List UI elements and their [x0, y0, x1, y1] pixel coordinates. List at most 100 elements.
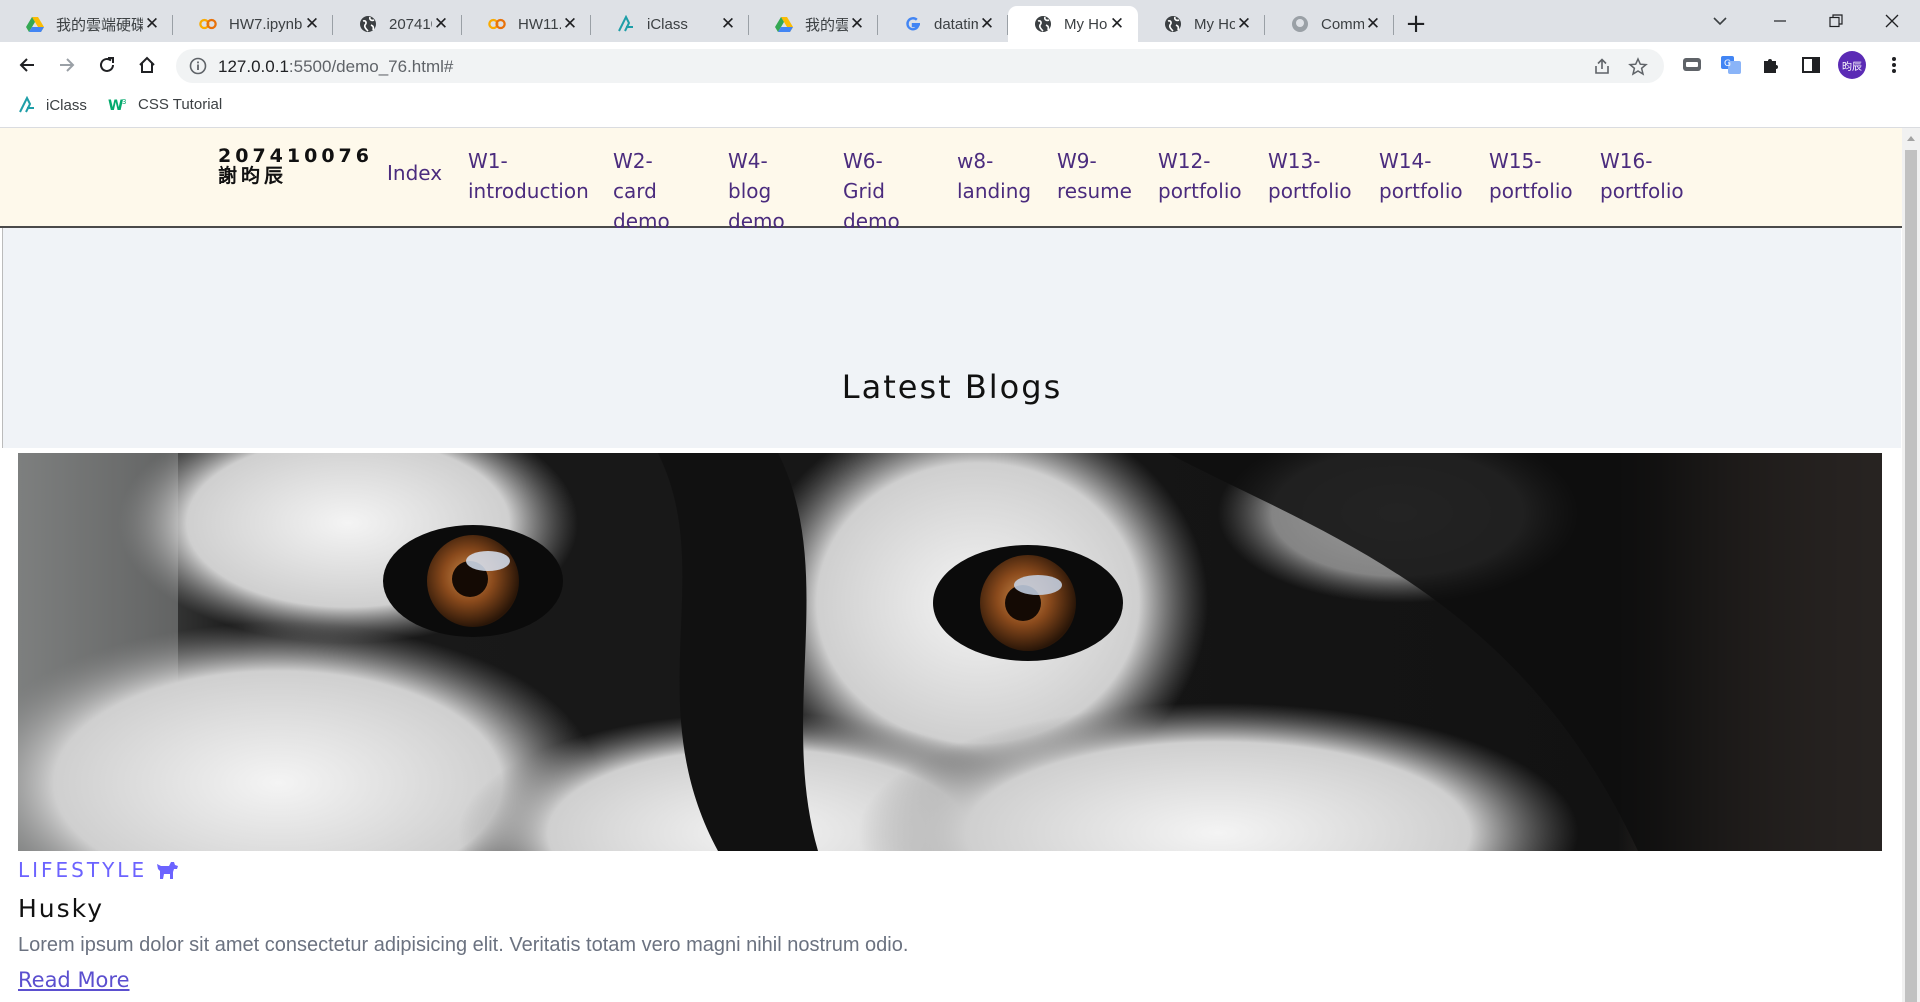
tab-title: My Homepage	[1064, 15, 1108, 33]
scrollbar-thumb[interactable]	[1905, 150, 1917, 1002]
browser-tab[interactable]: HW7.ipynb ✕	[173, 6, 333, 42]
nav-link[interactable]: W1- introduction	[468, 146, 589, 206]
nav-link-line1: W15-	[1489, 149, 1542, 173]
read-more-link[interactable]: Read More	[18, 968, 130, 992]
url-path: :5500/demo_76.html#	[288, 57, 454, 76]
chevron-down-icon	[1713, 17, 1727, 26]
side-panel-button[interactable]	[1797, 51, 1825, 79]
minimize-button[interactable]	[1752, 0, 1808, 42]
browser-tab[interactable]: HW11.ipynb✕	[462, 6, 591, 42]
nav-link-line1: W14-	[1379, 149, 1432, 173]
iclass-icon	[18, 96, 36, 114]
address-bar[interactable]: 127.0.0.1:5500/demo_76.html#	[176, 49, 1664, 83]
side-panel-icon	[1802, 57, 1820, 73]
browser-tab[interactable]: My Homepage✕	[1138, 6, 1265, 42]
browser-tab[interactable]: datatime -✕	[878, 6, 1008, 42]
extension-chat-button[interactable]	[1678, 51, 1706, 79]
tab-close-icon[interactable]: ✕	[1235, 14, 1253, 34]
browser-tab[interactable]: 207410076✕	[333, 6, 462, 42]
google-drive-icon	[775, 15, 793, 33]
nav-link-line1: W2-card	[613, 149, 657, 203]
nav-link[interactable]: W15- portfolio	[1489, 146, 1573, 206]
globe-icon	[1034, 15, 1052, 33]
site-info-icon[interactable]	[188, 56, 208, 76]
page-scrollbar[interactable]	[1902, 128, 1920, 1002]
nav-link[interactable]: W6-Grid demo	[843, 146, 900, 236]
tab-title: datatime -	[934, 15, 978, 33]
home-icon	[139, 56, 155, 73]
card-title: Husky	[18, 894, 105, 923]
globe-icon	[359, 15, 377, 33]
nav-link[interactable]: W4-blog demo	[728, 146, 785, 236]
w3schools-icon: W3	[108, 97, 128, 113]
dog-icon	[155, 860, 179, 880]
tab-close-icon[interactable]: ✕	[561, 14, 579, 34]
nav-link-line2: landing	[957, 179, 1032, 203]
new-tab-button[interactable]: +	[1394, 6, 1438, 42]
bookmark-label: iClass	[46, 96, 87, 114]
tab-close-icon[interactable]: ✕	[1108, 14, 1126, 34]
scroll-up-arrow-icon[interactable]	[1907, 136, 1915, 141]
bookmarks-bar: iClass W3 CSS Tutorial	[0, 88, 1920, 128]
extensions-button[interactable]	[1757, 51, 1785, 79]
google-drive-icon	[26, 15, 44, 33]
tab-title: My Homepage	[1194, 15, 1235, 33]
tab-close-icon[interactable]: ✕	[1364, 14, 1382, 34]
nav-link[interactable]: W13- portfolio	[1268, 146, 1352, 206]
share-icon[interactable]	[1592, 57, 1612, 77]
tab-title: 207410076	[389, 15, 432, 33]
nav-link[interactable]: W16- portfolio	[1600, 146, 1684, 206]
bookmark-iclass[interactable]: iClass	[18, 96, 87, 114]
translate-icon: G	[1721, 56, 1741, 74]
nav-link[interactable]: W14- portfolio	[1379, 146, 1463, 206]
reload-icon	[100, 57, 114, 72]
nav-link-line2: introduction	[468, 179, 589, 203]
card-description: Lorem ipsum dolor sit amet consectetur a…	[18, 934, 909, 956]
nav-link[interactable]: W2-card demo	[613, 146, 670, 236]
site-brand[interactable]: 207410076 謝昀辰	[218, 146, 373, 186]
restore-button[interactable]	[1808, 0, 1864, 42]
globe-icon	[1164, 15, 1182, 33]
colab-icon	[199, 15, 217, 33]
extension-translate-button[interactable]: G	[1717, 51, 1745, 79]
close-window-button[interactable]	[1864, 0, 1920, 42]
nav-link[interactable]: W12- portfolio	[1158, 146, 1242, 206]
browser-tab[interactable]: 我的雲端硬碟✕	[749, 6, 878, 42]
tab-close-icon[interactable]: ✕	[978, 14, 996, 34]
nav-link[interactable]: w8- landing	[957, 146, 1031, 206]
bookmark-css-tutorial[interactable]: W3 CSS Tutorial	[108, 96, 222, 113]
home-button[interactable]	[131, 49, 163, 81]
browser-tab[interactable]: My Homepage✕	[1008, 6, 1138, 42]
tab-close-icon[interactable]: ✕	[848, 14, 866, 34]
forward-button[interactable]	[51, 49, 83, 81]
tab-title: 我的雲端硬碟	[56, 16, 143, 34]
tab-close-icon[interactable]: ✕	[143, 14, 161, 34]
tab-close-icon[interactable]: ✕	[432, 14, 450, 34]
tab-search-button[interactable]	[1700, 0, 1740, 42]
nav-link-line1: W9-	[1057, 149, 1097, 173]
browser-toolbar: 127.0.0.1:5500/demo_76.html# G 昀辰	[0, 42, 1920, 88]
tab-close-icon[interactable]: ✕	[303, 14, 321, 34]
nav-link-line2: portfolio	[1158, 179, 1242, 203]
nav-link-line1: W1-	[468, 149, 508, 173]
profile-avatar[interactable]: 昀辰	[1838, 51, 1866, 79]
browser-tab[interactable]: iClass ✕	[591, 6, 749, 42]
tab-close-icon[interactable]: ✕	[719, 14, 737, 34]
google-icon	[904, 15, 922, 33]
browser-tab[interactable]: Commits✕	[1265, 6, 1394, 42]
nav-link-line1: W13-	[1268, 149, 1321, 173]
back-button[interactable]	[11, 49, 43, 81]
svg-text:3: 3	[122, 98, 126, 106]
profile-initials: 昀辰	[1842, 61, 1862, 73]
nav-link[interactable]: W9- resume	[1057, 146, 1132, 206]
tab-title: 我的雲端硬碟	[805, 16, 848, 34]
nav-link[interactable]: Index	[387, 158, 442, 188]
tab-strip: 我的雲端硬碟✕HW7.ipynb✕207410076✕HW11.ipynb✕iC…	[0, 0, 1920, 42]
browser-tab[interactable]: 我的雲端硬碟✕	[0, 6, 173, 42]
reload-button[interactable]	[91, 49, 123, 81]
forward-arrow-icon	[60, 58, 75, 72]
brand-id: 207410076	[218, 145, 373, 167]
bookmark-star-icon[interactable]	[1628, 57, 1648, 77]
nav-link-line2: resume	[1057, 179, 1132, 203]
browser-menu-button[interactable]	[1880, 51, 1908, 79]
